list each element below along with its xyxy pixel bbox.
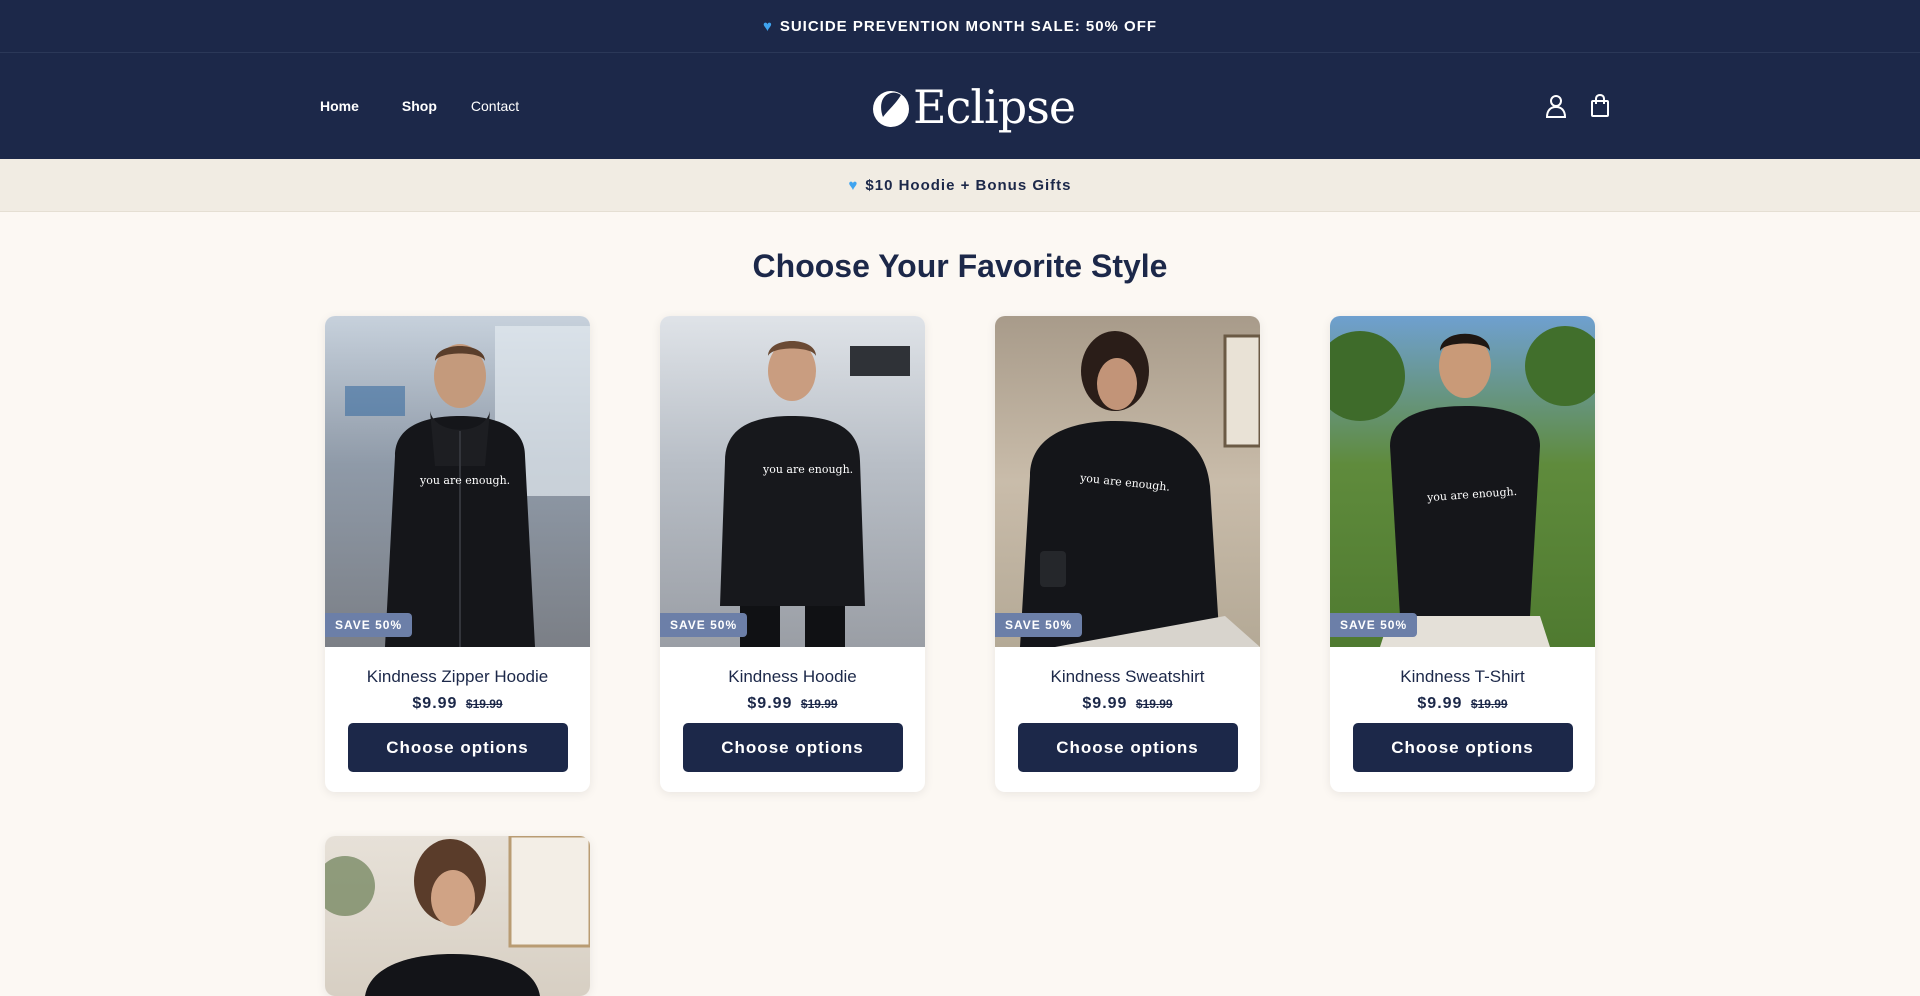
sale-price: $9.99 (1082, 695, 1128, 712)
nav-home[interactable]: Home (320, 98, 359, 114)
nav-shop[interactable]: Shop (402, 98, 437, 114)
hoodie-photo (720, 341, 910, 647)
product-name[interactable]: Kindness Hoodie (660, 667, 925, 687)
blue-heart-icon: ♥ (848, 176, 859, 194)
header-icons (1542, 53, 1630, 159)
product-name[interactable]: Kindness Sweatshirt (995, 667, 1260, 687)
promo-bar: ♥ $10 Hoodie + Bonus Gifts (0, 159, 1920, 212)
product-card[interactable]: you are enough. SAVE 50% Kindness T-Shir… (1330, 316, 1595, 792)
product-card[interactable]: you are enough. SAVE 50% Kindness Sweats… (995, 316, 1260, 792)
product-name[interactable]: Kindness Zipper Hoodie (325, 667, 590, 687)
announcement-text: SUICIDE PREVENTION MONTH SALE: 50% OFF (779, 17, 1158, 35)
compare-price: $19.99 (465, 697, 503, 711)
sale-badge: SAVE 50% (995, 613, 1083, 637)
shirt-print: you are enough. (420, 474, 511, 487)
promo-text: $10 Hoodie + Bonus Gifts (865, 176, 1072, 194)
sale-badge: SAVE 50% (1330, 613, 1418, 637)
sale-price: $9.99 (412, 695, 458, 712)
sale-badge: SAVE 50% (660, 613, 748, 637)
sale-price: $9.99 (747, 695, 793, 712)
product-image[interactable]: you are enough. SAVE 50% (325, 316, 590, 647)
choose-options-button[interactable]: Choose options (682, 723, 903, 772)
choose-options-button[interactable]: Choose options (347, 723, 568, 772)
price-block: $9.99 $19.99 (325, 695, 590, 713)
logo[interactable]: Eclipse (871, 67, 1076, 147)
price-block: $9.99 $19.99 (995, 695, 1260, 713)
compare-price: $19.99 (800, 697, 838, 711)
price-block: $9.99 $19.99 (1330, 695, 1595, 713)
product-name[interactable]: Kindness T-Shirt (1330, 667, 1595, 687)
blue-heart-icon: ♥ (762, 17, 773, 35)
product-image[interactable]: you are enough. SAVE 50% (1330, 316, 1595, 647)
shirt-print: you are enough. (763, 463, 854, 476)
price-block: $9.99 $19.99 (660, 695, 925, 713)
announcement-bar: ♥ SUICIDE PREVENTION MONTH SALE: 50% OFF (0, 0, 1920, 53)
nav-contact[interactable]: Contact (471, 98, 519, 114)
section-title: Choose Your Favorite Style (752, 248, 1168, 284)
choose-options-button[interactable]: Choose options (1017, 723, 1238, 772)
product-image[interactable] (325, 836, 590, 996)
sale-price: $9.99 (1417, 695, 1463, 712)
tshirt-photo (1330, 326, 1595, 647)
site-header: Home Shop Contact Eclipse (0, 53, 1920, 159)
choose-options-button[interactable]: Choose options (1352, 723, 1573, 772)
fifth-product-photo (325, 836, 590, 996)
product-image[interactable]: you are enough. SAVE 50% (660, 316, 925, 647)
product-card[interactable]: you are enough. SAVE 50% Kindness Zipper… (325, 316, 590, 792)
compare-price: $19.99 (1470, 697, 1508, 711)
eclipse-logo-icon (873, 91, 909, 127)
product-card[interactable]: you are enough. SAVE 50% Kindness Hoodie… (660, 316, 925, 792)
compare-price: $19.99 (1135, 697, 1173, 711)
account-icon[interactable] (1542, 92, 1570, 120)
product-card[interactable] (325, 836, 590, 996)
logo-text: Eclipse (913, 80, 1076, 134)
product-image[interactable]: you are enough. SAVE 50% (995, 316, 1260, 647)
main-nav: Home Shop Contact (320, 53, 553, 159)
cart-icon[interactable] (1586, 92, 1614, 120)
sale-badge: SAVE 50% (325, 613, 413, 637)
